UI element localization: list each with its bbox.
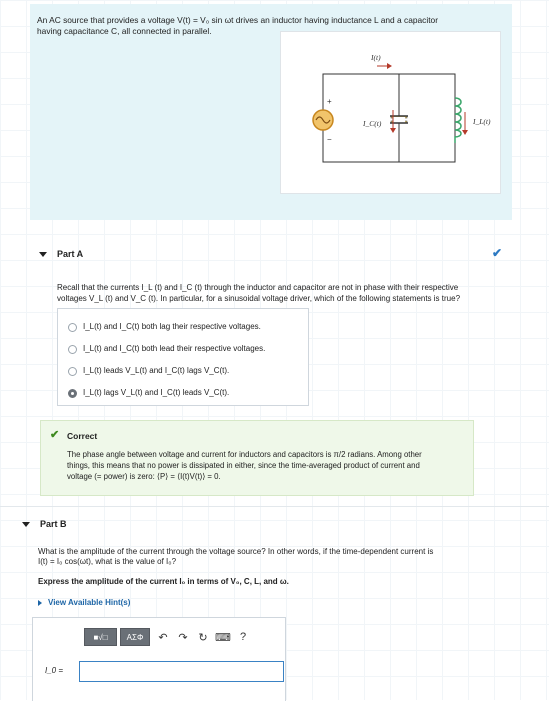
- view-hints-link[interactable]: View Available Hint(s): [38, 598, 130, 607]
- inductor-coil: [454, 97, 462, 143]
- checkmark-icon: ✔: [491, 246, 502, 260]
- correct-title: Correct: [67, 431, 98, 441]
- undo-icon[interactable]: ↶: [153, 628, 173, 646]
- option-4[interactable]: I_L(t) lags V_L(t) and I_C(t) leads V_C(…: [68, 386, 229, 400]
- correct-check-icon: ✔: [50, 429, 60, 441]
- option-1[interactable]: I_L(t) and I_C(t) both lag their respect…: [68, 320, 261, 334]
- math-toolbar: ■√□ ΑΣΦ ↶ ↷ ↻ ⌨ ?: [84, 627, 253, 647]
- part-b-question: What is the amplitude of the current thr…: [38, 547, 508, 567]
- hint-label: View Available Hint(s): [48, 598, 131, 607]
- problem-intro: An AC source that provides a voltage V(t…: [30, 4, 512, 220]
- radio-button[interactable]: [68, 344, 77, 354]
- answer-label: I_0 =: [45, 666, 64, 675]
- part-a-title: Part A: [57, 249, 84, 259]
- radio-button[interactable]: [68, 366, 77, 376]
- option-label: I_L(t) and I_C(t) both lag their respect…: [83, 322, 261, 331]
- option-2[interactable]: I_L(t) and I_C(t) both lead their respec…: [68, 342, 265, 356]
- divider: [0, 506, 549, 507]
- symbols-button[interactable]: ΑΣΦ: [120, 628, 150, 646]
- question-line-2: voltages V_L (t) and V_C (t). In particu…: [57, 294, 461, 303]
- collapse-triangle-icon[interactable]: [22, 522, 30, 527]
- option-3[interactable]: I_L(t) leads V_L(t) and I_C(t) lags V_C(…: [68, 364, 229, 378]
- radio-button[interactable]: [68, 322, 77, 332]
- part-a-question: Recall that the currents I_L (t) and I_C…: [57, 282, 507, 304]
- answer-options: I_L(t) and I_C(t) both lag their respect…: [57, 308, 309, 406]
- templates-button[interactable]: ■√□: [84, 628, 117, 646]
- current-arrow-inductor: [462, 130, 468, 135]
- option-label: I_L(t) leads V_L(t) and I_C(t) lags V_C(…: [83, 366, 230, 375]
- answer-input[interactable]: [79, 661, 284, 682]
- part-a-header[interactable]: Part A ✔: [30, 242, 512, 266]
- correct-line-1: The phase angle between voltage and curr…: [67, 450, 422, 459]
- label-total-current: I(t): [370, 53, 381, 62]
- correct-line-2: things, this means that no power is diss…: [67, 461, 420, 470]
- correct-feedback: ✔ Correct The phase angle between voltag…: [40, 420, 474, 496]
- reset-icon[interactable]: ↻: [193, 628, 213, 646]
- collapse-triangle-icon[interactable]: [39, 252, 47, 257]
- option-label: I_L(t) and I_C(t) both lead their respec…: [83, 344, 266, 353]
- part-b-title[interactable]: Part B: [40, 519, 67, 529]
- correct-explanation: The phase angle between voltage and curr…: [67, 449, 467, 482]
- partb-line-1: What is the amplitude of the current thr…: [38, 547, 434, 556]
- circuit-diagram: + − I(t) I_C(t) I_L(t): [280, 31, 501, 194]
- current-arrow-total: [387, 63, 392, 69]
- intro-line-1: An AC source that provides a voltage V(t…: [37, 15, 438, 25]
- label-capacitor-current: I_C(t): [362, 119, 382, 128]
- part-b-instruction: Express the amplitude of the current I₀ …: [38, 577, 289, 586]
- minus-sign: −: [327, 135, 332, 144]
- radio-button-selected[interactable]: [68, 388, 77, 398]
- circuit-svg: + − I(t) I_C(t) I_L(t): [312, 53, 491, 163]
- current-arrow-capacitor: [390, 128, 396, 133]
- question-line-1: Recall that the currents I_L (t) and I_C…: [57, 283, 459, 292]
- expand-triangle-icon: [38, 599, 42, 606]
- help-button[interactable]: ?: [233, 628, 253, 646]
- plus-sign: +: [327, 97, 332, 106]
- correct-line-3: voltage (= power) is zero: ⟨P⟩ = ⟨I(t)V(…: [67, 472, 221, 481]
- option-label: I_L(t) lags V_L(t) and I_C(t) leads V_C(…: [83, 388, 230, 397]
- label-inductor-current: I_L(t): [472, 117, 491, 126]
- partb-line-2: I(t) = I₀ cos(ωt), what is the value of …: [38, 557, 177, 566]
- redo-icon[interactable]: ↷: [173, 628, 193, 646]
- keyboard-icon[interactable]: ⌨: [213, 628, 233, 646]
